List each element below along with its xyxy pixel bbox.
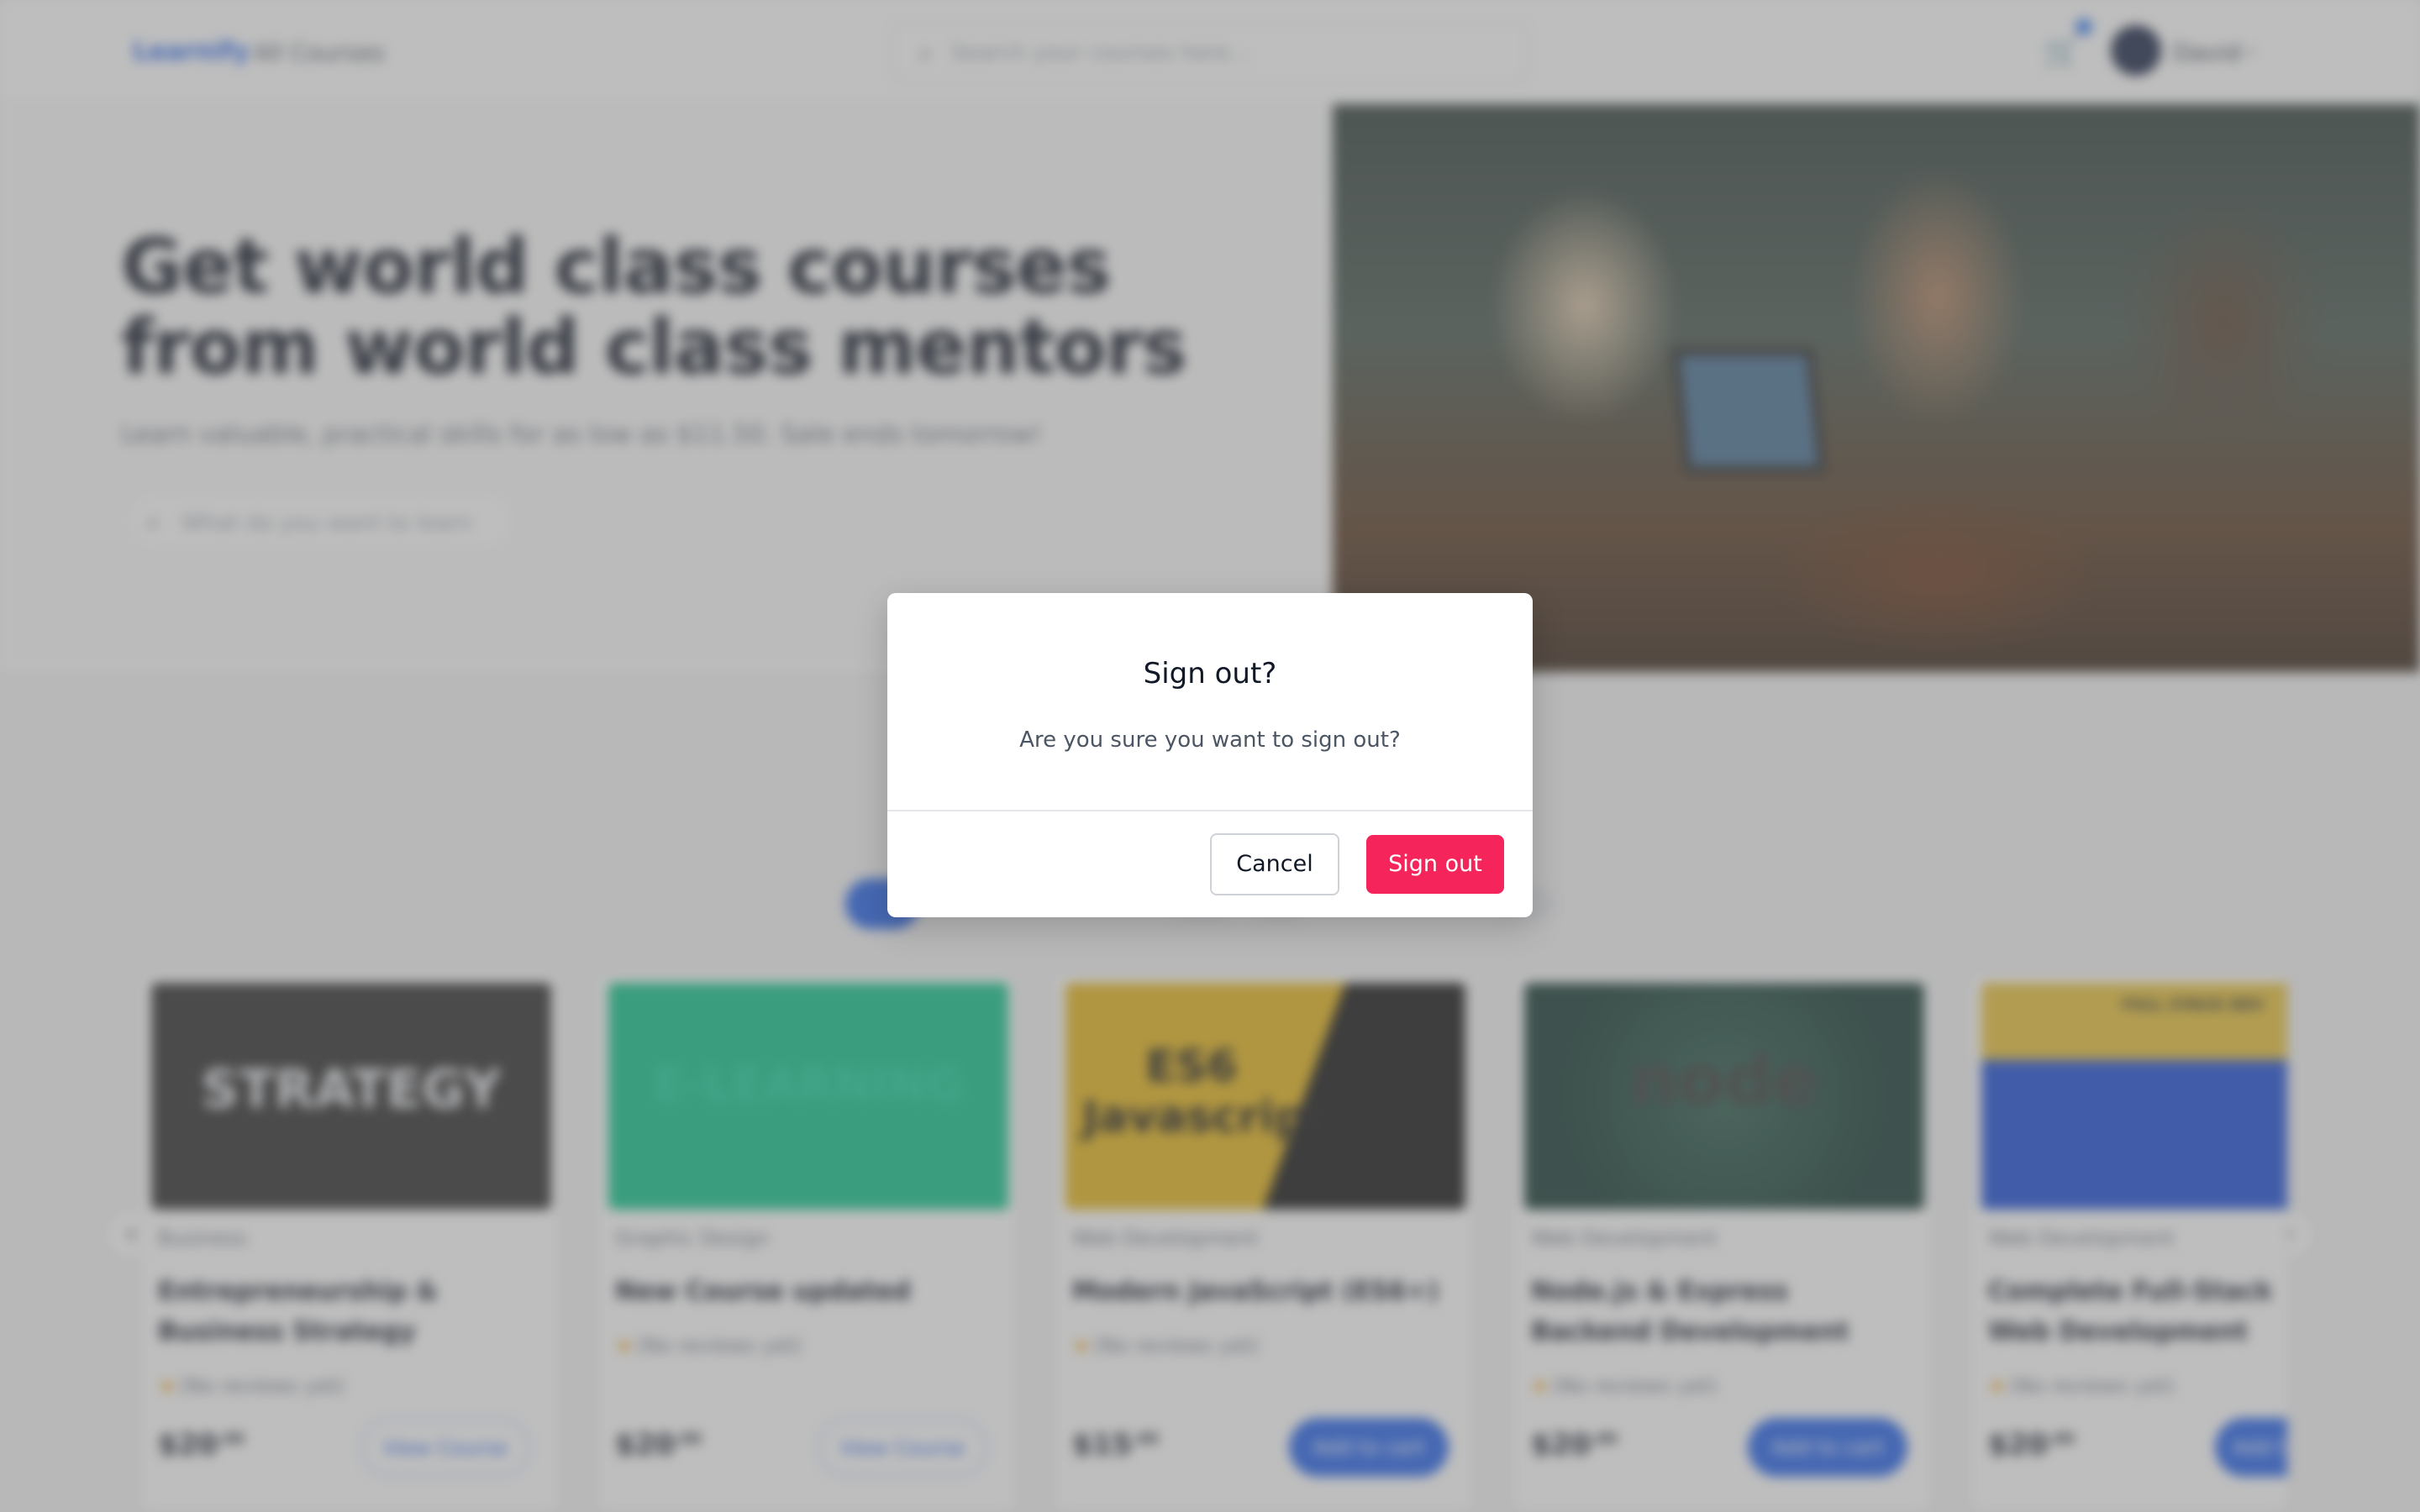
dialog-message: Are you sure you want to sign out? bbox=[1019, 727, 1401, 753]
cancel-button[interactable]: Cancel bbox=[1210, 833, 1339, 895]
sign-out-dialog: Sign out? Are you sure you want to sign … bbox=[887, 593, 1533, 917]
dialog-title: Sign out? bbox=[1143, 657, 1277, 690]
dialog-divider bbox=[887, 810, 1533, 811]
sign-out-button[interactable]: Sign out bbox=[1366, 835, 1504, 894]
